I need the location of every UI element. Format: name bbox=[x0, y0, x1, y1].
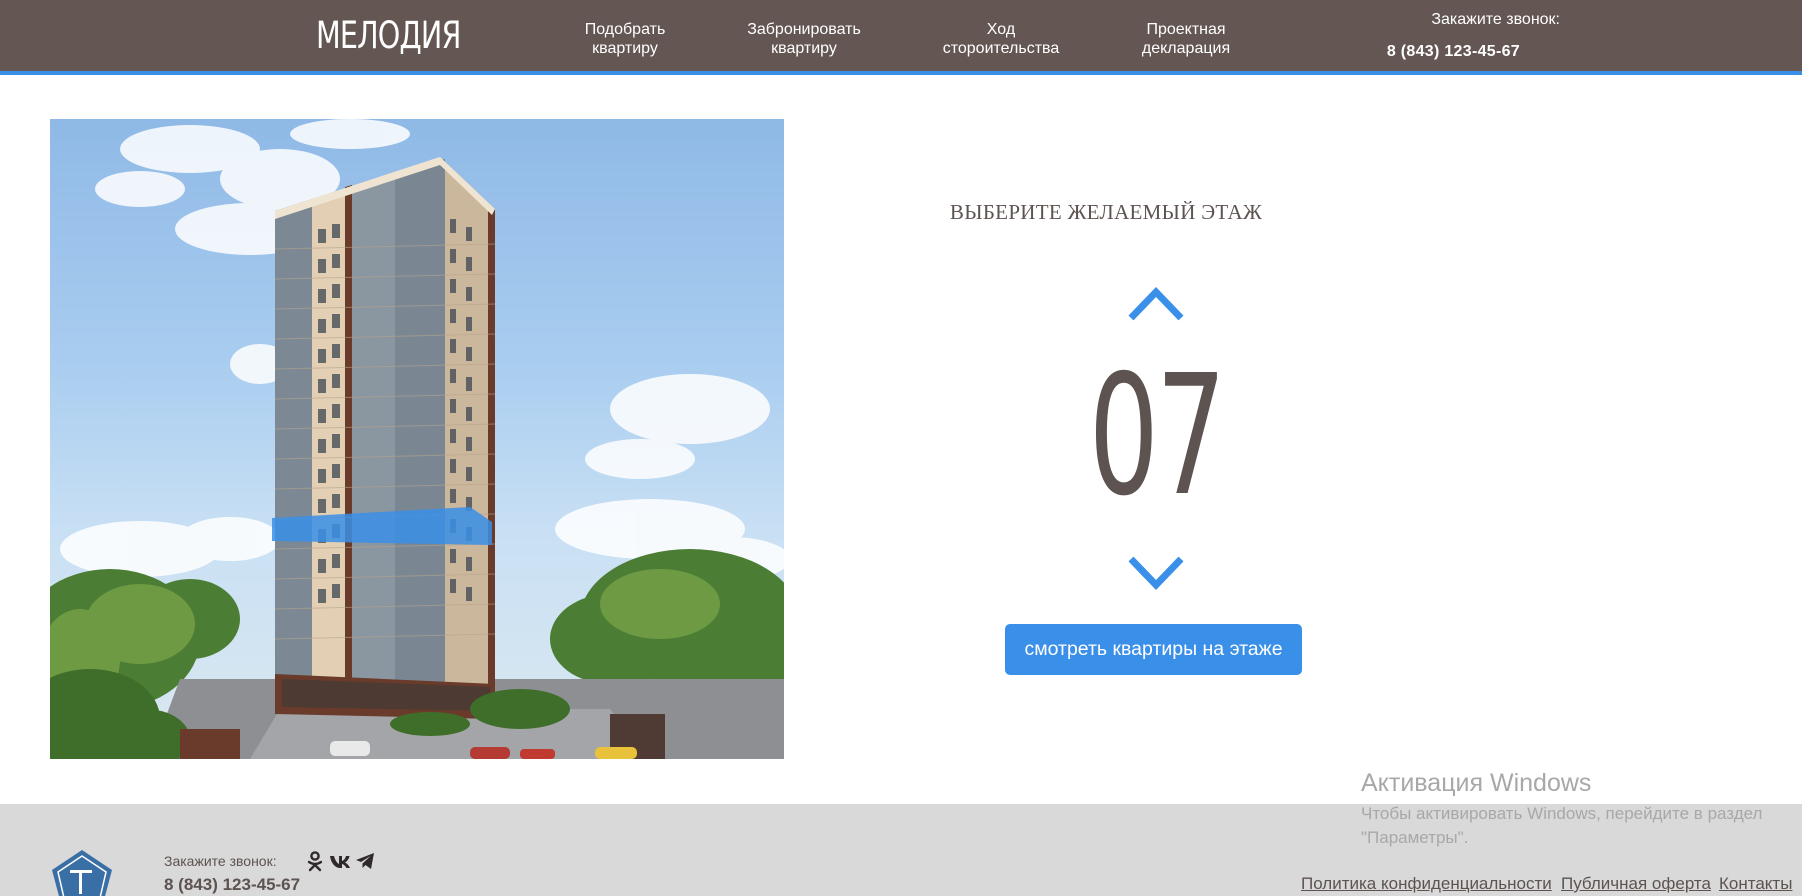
vk-icon[interactable] bbox=[329, 850, 351, 872]
nav-choose-apartment[interactable]: Подобрать квартиру bbox=[560, 19, 690, 59]
header-call-label: Закажите звонок: bbox=[1431, 11, 1560, 28]
footer-call-label: Закажите звонок: bbox=[164, 853, 277, 869]
windows-activation-title: Активация Windows bbox=[1361, 769, 1592, 797]
nav-construction-progress[interactable]: Ход стороительства bbox=[930, 19, 1072, 59]
public-offer-link[interactable]: Публичная оферта bbox=[1561, 874, 1711, 894]
building-render bbox=[50, 119, 784, 759]
telegram-icon[interactable] bbox=[354, 850, 376, 872]
windows-activation-text: Чтобы активировать Windows, перейдите в … bbox=[1361, 804, 1763, 847]
view-apartments-button[interactable]: смотреть квартиры на этаже bbox=[1005, 624, 1302, 675]
nav-book-apartment[interactable]: Забронировать квартиру bbox=[735, 19, 873, 59]
floor-highlight[interactable] bbox=[50, 119, 784, 759]
floor-up-button[interactable] bbox=[1126, 282, 1186, 332]
chevron-down-icon bbox=[1128, 556, 1184, 591]
odnoklassniki-icon[interactable] bbox=[304, 850, 326, 872]
nav-project-declaration[interactable]: Проектная декларация bbox=[1120, 19, 1252, 59]
contacts-link[interactable]: Контакты bbox=[1719, 874, 1792, 894]
site-logo[interactable]: МЕЛОДИЯ bbox=[316, 10, 461, 60]
floor-down-button[interactable] bbox=[1126, 547, 1186, 597]
site-header: МЕЛОДИЯ Подобрать квартиру Забронировать… bbox=[0, 0, 1802, 75]
chevron-up-icon bbox=[1128, 286, 1184, 321]
header-phone[interactable]: 8 (843) 123-45-67 bbox=[1340, 43, 1520, 61]
selector-title: ВЫБЕРИТЕ ЖЕЛАЕМЫЙ ЭТАЖ bbox=[949, 200, 1263, 224]
company-logo-icon[interactable] bbox=[50, 848, 114, 896]
floor-number: 07 bbox=[1088, 340, 1227, 533]
privacy-policy-link[interactable]: Политика конфиденциальности bbox=[1301, 874, 1552, 894]
footer-phone[interactable]: 8 (843) 123-45-67 bbox=[164, 875, 300, 895]
